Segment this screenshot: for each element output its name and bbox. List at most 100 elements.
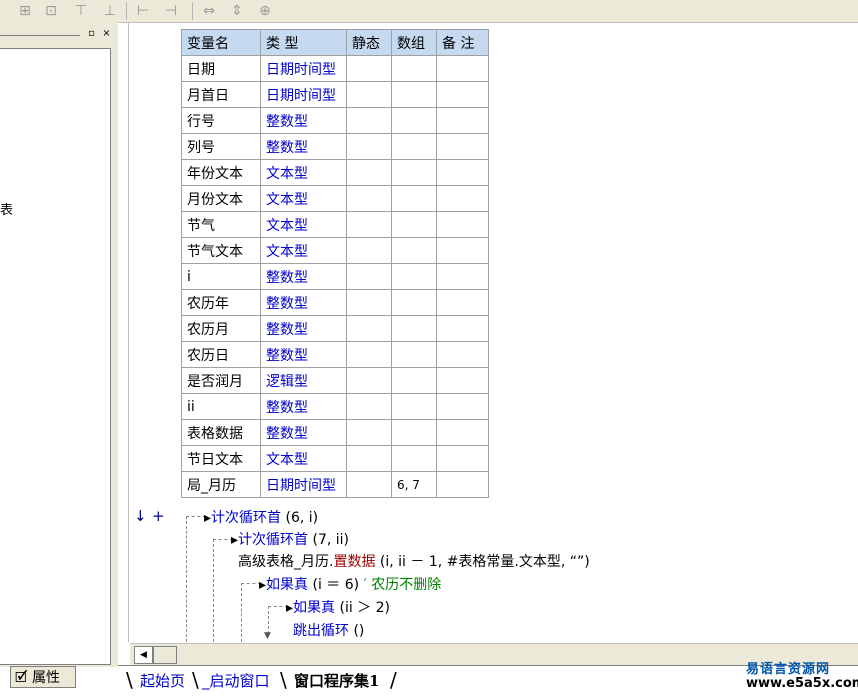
scroll-left-icon[interactable]: ◀ xyxy=(134,646,153,664)
cell-note[interactable] xyxy=(436,393,489,420)
cell-type[interactable]: 日期时间型 xyxy=(260,55,347,82)
table-row[interactable]: 表格数据 整数型 xyxy=(181,419,489,446)
tab-start-page[interactable]: 起始页 xyxy=(140,670,185,692)
cell-type[interactable]: 文本型 xyxy=(260,237,347,264)
table-row[interactable]: 农历月 整数型 xyxy=(181,315,489,342)
cell-note[interactable] xyxy=(436,445,489,472)
table-row[interactable]: 节气 文本型 xyxy=(181,211,489,238)
code-line-1[interactable]: ▸计次循环首 (6, i) xyxy=(204,507,318,527)
table-row[interactable]: ii 整数型 xyxy=(181,393,489,420)
cell-static[interactable] xyxy=(346,237,392,264)
align-middle-icon[interactable]: ⊥ xyxy=(99,1,121,21)
cell-array[interactable] xyxy=(391,263,437,290)
cell-static[interactable] xyxy=(346,159,392,186)
cell-type[interactable]: 整数型 xyxy=(260,393,347,420)
cell-name[interactable]: 月首日 xyxy=(181,81,261,108)
cell-note[interactable] xyxy=(436,211,489,238)
cell-type[interactable]: 整数型 xyxy=(260,315,347,342)
cell-static[interactable] xyxy=(346,263,392,290)
code-line-2[interactable]: ▸计次循环首 (7, ii) xyxy=(231,529,349,549)
cell-name[interactable]: i xyxy=(181,263,261,290)
cell-name[interactable]: 农历月 xyxy=(181,315,261,342)
cell-static[interactable] xyxy=(346,315,392,342)
align-center-icon[interactable]: ⊡ xyxy=(40,1,62,21)
cell-array[interactable] xyxy=(391,133,437,160)
cell-type[interactable]: 文本型 xyxy=(260,211,347,238)
cell-array[interactable] xyxy=(391,185,437,212)
cell-static[interactable] xyxy=(346,289,392,316)
cell-name[interactable]: ii xyxy=(181,393,261,420)
cell-name[interactable]: 列号 xyxy=(181,133,261,160)
same-width-icon[interactable]: ⇔ xyxy=(198,1,220,21)
cell-note[interactable] xyxy=(436,55,489,82)
cell-array[interactable] xyxy=(391,393,437,420)
cell-name[interactable]: 节日文本 xyxy=(181,445,261,472)
scroll-thumb[interactable] xyxy=(153,646,177,664)
cell-array[interactable]: 6, 7 xyxy=(391,471,437,498)
cell-static[interactable] xyxy=(346,55,392,82)
cell-note[interactable] xyxy=(436,107,489,134)
cell-static[interactable] xyxy=(346,341,392,368)
table-row[interactable]: 行号 整数型 xyxy=(181,107,489,134)
table-row[interactable]: 月首日 日期时间型 xyxy=(181,81,489,108)
table-row[interactable]: 节日文本 文本型 xyxy=(181,445,489,472)
tab-program-set[interactable]: 窗口程序集1 xyxy=(294,670,379,692)
cell-type[interactable]: 文本型 xyxy=(260,445,347,472)
maximize-icon[interactable]: ▫ xyxy=(86,28,97,39)
cell-note[interactable] xyxy=(436,159,489,186)
cell-name[interactable]: 日期 xyxy=(181,55,261,82)
cell-name[interactable]: 行号 xyxy=(181,107,261,134)
space-horizontal-icon[interactable]: ⊢ xyxy=(132,1,154,21)
properties-tab[interactable]: 🗹 属性 xyxy=(10,666,76,688)
align-left-icon[interactable]: ⊞ xyxy=(14,1,36,21)
align-top-icon[interactable]: ⊤ xyxy=(70,1,92,21)
table-row[interactable]: 农历日 整数型 xyxy=(181,341,489,368)
cell-static[interactable] xyxy=(346,445,392,472)
cell-static[interactable] xyxy=(346,471,392,498)
cell-static[interactable] xyxy=(346,185,392,212)
cell-note[interactable] xyxy=(436,419,489,446)
cell-note[interactable] xyxy=(436,263,489,290)
table-row[interactable]: 农历年 整数型 xyxy=(181,289,489,316)
close-icon[interactable]: × xyxy=(101,28,112,39)
cell-array[interactable] xyxy=(391,107,437,134)
cell-note[interactable] xyxy=(436,81,489,108)
cell-note[interactable] xyxy=(436,133,489,160)
cell-type[interactable]: 整数型 xyxy=(260,133,347,160)
cell-note[interactable] xyxy=(436,341,489,368)
cell-type[interactable]: 整数型 xyxy=(260,289,347,316)
cell-name[interactable]: 节气 xyxy=(181,211,261,238)
cell-type[interactable]: 整数型 xyxy=(260,419,347,446)
tab-start-window[interactable]: _启动窗口 xyxy=(202,670,270,692)
space-vertical-icon[interactable]: ⊣ xyxy=(160,1,182,21)
code-line-4[interactable]: ▸如果真 (i ＝ 6) ′ 农历不删除 xyxy=(259,574,441,594)
cell-note[interactable] xyxy=(436,237,489,264)
cell-name[interactable]: 年份文本 xyxy=(181,159,261,186)
cell-name[interactable]: 农历年 xyxy=(181,289,261,316)
cell-static[interactable] xyxy=(346,393,392,420)
cell-static[interactable] xyxy=(346,211,392,238)
cell-static[interactable] xyxy=(346,107,392,134)
same-height-icon[interactable]: ⇕ xyxy=(226,1,248,21)
cell-array[interactable] xyxy=(391,81,437,108)
cell-note[interactable] xyxy=(436,471,489,498)
same-size-icon[interactable]: ⊕ xyxy=(254,1,276,21)
table-row[interactable]: 列号 整数型 xyxy=(181,133,489,160)
table-row[interactable]: 月份文本 文本型 xyxy=(181,185,489,212)
code-line-3[interactable]: 高级表格_月历.置数据 (i, ii － 1, #表格常量.文本型, “”) xyxy=(238,551,590,571)
cell-name[interactable]: 是否润月 xyxy=(181,367,261,394)
cell-array[interactable] xyxy=(391,341,437,368)
cell-array[interactable] xyxy=(391,419,437,446)
cell-array[interactable] xyxy=(391,55,437,82)
cell-array[interactable] xyxy=(391,445,437,472)
table-row[interactable]: 节气文本 文本型 xyxy=(181,237,489,264)
cell-type[interactable]: 日期时间型 xyxy=(260,81,347,108)
cell-type[interactable]: 文本型 xyxy=(260,185,347,212)
cell-note[interactable] xyxy=(436,289,489,316)
cell-type[interactable]: 逻辑型 xyxy=(260,367,347,394)
cell-type[interactable]: 文本型 xyxy=(260,159,347,186)
cell-array[interactable] xyxy=(391,211,437,238)
cell-name[interactable]: 农历日 xyxy=(181,341,261,368)
cell-type[interactable]: 整数型 xyxy=(260,107,347,134)
cell-type[interactable]: 整数型 xyxy=(260,341,347,368)
